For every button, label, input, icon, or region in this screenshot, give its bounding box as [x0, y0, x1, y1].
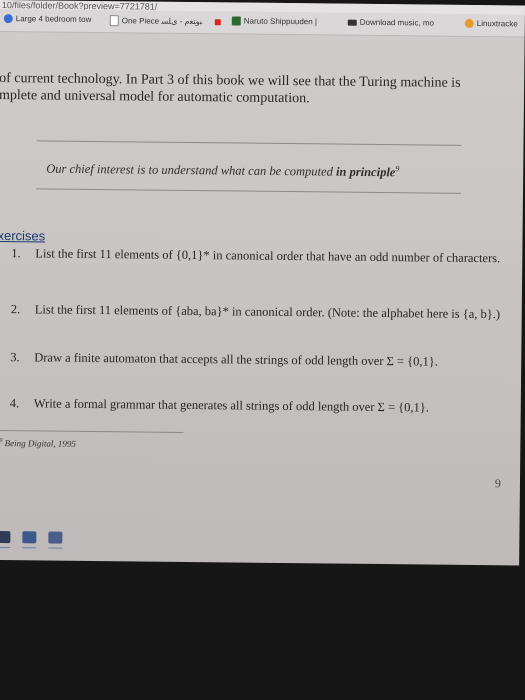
- exercise-text: Write a formal grammar that generates al…: [33, 396, 429, 415]
- screen: 10/files/folder/Book?preview=7721781/ La…: [0, 0, 525, 566]
- exercise-number: 3.: [10, 350, 20, 365]
- exercise-number: 1.: [11, 246, 21, 261]
- taskbar: [0, 528, 519, 557]
- exercise-4: 4. Write a formal grammar that generates…: [10, 396, 515, 416]
- exercise-number: 4.: [9, 396, 20, 411]
- exercise-number: 2.: [10, 302, 21, 317]
- exercise-text: List the first 11 elements of {0,1}* in …: [35, 246, 501, 266]
- bookmark-label: Linuxtracke: [476, 18, 518, 29]
- youtube-icon: [215, 18, 222, 25]
- footnote-text: Being Digital, 1995: [4, 438, 76, 449]
- bookmark-label: Naruto Shippuuden |: [243, 16, 318, 27]
- quote-rule-bottom: [36, 188, 462, 194]
- taskbar-media-icon[interactable]: [22, 531, 37, 544]
- quote-emphasis: in principle: [335, 164, 396, 180]
- exercise-text: Draw a finite automaton that accepts all…: [34, 350, 438, 369]
- page-number: 9: [494, 476, 502, 491]
- footnote: 9 Being Digital, 1995: [0, 438, 76, 449]
- bookmark-linuxtracker[interactable]: Linuxtracke: [464, 18, 518, 29]
- bookmark-label: One Piece ﺒﻭﺘﻐﻡ - ﻯﻠﺴ: [121, 16, 203, 27]
- exercise-1: 1. List the first 11 elements of {0,1}* …: [11, 246, 516, 266]
- intro-paragraph: of current technology. In Part 3 of this…: [0, 70, 525, 110]
- taskbar-underline: [22, 547, 37, 549]
- orange-circle-icon: [464, 18, 474, 28]
- quote-footnote-mark: 9: [395, 164, 400, 174]
- quote-box: Our chief interest is to understand what…: [46, 160, 476, 181]
- exercise-3: 3. Draw a finite automaton that accepts …: [10, 350, 515, 370]
- taskbar-app-icon[interactable]: [0, 530, 11, 544]
- taskbar-word-icon[interactable]: [48, 531, 63, 544]
- exercise-text: List the first 11 elements of {aba, ba}*…: [34, 302, 501, 322]
- exercises-heading: xercises: [0, 227, 46, 244]
- taskbar-underline: [0, 546, 11, 549]
- document-icon: [109, 15, 119, 27]
- download-icon: [347, 19, 357, 26]
- bookmark-one-piece[interactable]: One Piece ﺒﻭﺘﻐﻡ - ﻯﻠﺴ: [109, 15, 222, 27]
- quote-text: Our chief interest is to understand what…: [46, 161, 337, 179]
- bookmark-large-4-bedroom[interactable]: Large 4 bedroom tow: [3, 14, 92, 24]
- image-icon: [231, 16, 241, 26]
- bookmark-label: Large 4 bedroom tow: [15, 14, 92, 24]
- footnote-rule: [0, 429, 184, 433]
- book-page: of current technology. In Part 3 of this…: [0, 32, 525, 557]
- blue-circle-icon: [3, 14, 13, 24]
- exercise-2: 2. List the first 11 elements of {aba, b…: [11, 302, 516, 322]
- footnote-mark: 9: [0, 438, 3, 445]
- bookmark-label: Download music, mo: [359, 17, 435, 28]
- bookmark-download-music[interactable]: Download music, mo: [347, 17, 435, 28]
- taskbar-underline: [48, 547, 63, 549]
- bookmark-naruto[interactable]: Naruto Shippuuden |: [231, 16, 318, 27]
- quote-rule-top: [36, 140, 462, 146]
